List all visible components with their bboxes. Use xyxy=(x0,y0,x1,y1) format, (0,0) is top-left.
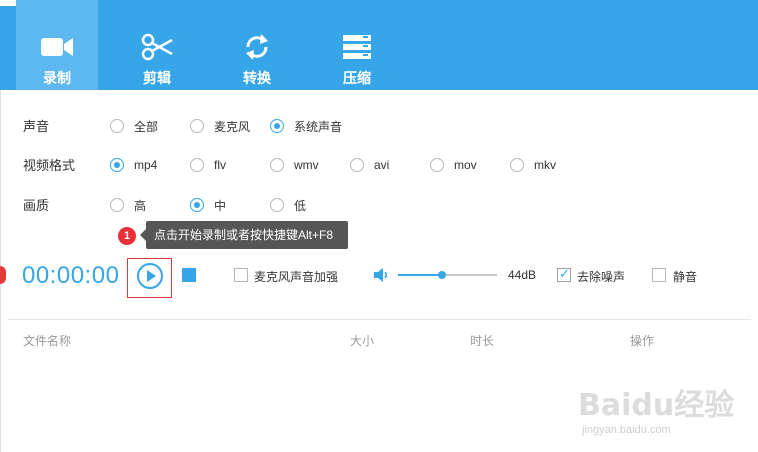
format-option-wmv[interactable]: wmv xyxy=(270,157,319,173)
format-option-mkv[interactable]: mkv xyxy=(510,157,556,173)
format-radio-flv[interactable] xyxy=(190,158,204,172)
top-toolbar: 录制 剪辑 转换 压缩 xyxy=(0,0,758,90)
convert-icon xyxy=(246,34,268,60)
compress-icon xyxy=(343,35,371,59)
tab-edit-label: 剪辑 xyxy=(143,70,171,86)
mute-label: 静音 xyxy=(673,270,698,284)
audio-option-all[interactable]: 全部 xyxy=(110,118,158,134)
format-option-flv[interactable]: flv xyxy=(190,157,226,173)
denoise-checkbox[interactable] xyxy=(557,266,571,282)
audio-option-label: 系统声音 xyxy=(294,119,343,134)
quality-radio-low[interactable] xyxy=(270,198,284,212)
tab-edit[interactable]: 剪辑 xyxy=(116,0,198,90)
record-timer: 00:00:00 xyxy=(22,262,120,289)
quality-option-high[interactable]: 高 xyxy=(110,197,146,213)
column-header-duration: 时长 xyxy=(470,334,495,348)
quality-label: 画质 xyxy=(23,198,50,213)
volume-value: 44dB xyxy=(508,268,537,282)
scissors-icon xyxy=(141,33,173,61)
start-record-button[interactable] xyxy=(137,263,163,289)
format-option-label: flv xyxy=(214,158,226,172)
audio-radio-mic[interactable] xyxy=(190,119,204,133)
window-corner xyxy=(0,0,16,6)
quality-option-low[interactable]: 低 xyxy=(270,197,306,213)
video-camera-icon xyxy=(41,38,73,56)
audio-option-label: 全部 xyxy=(134,119,159,134)
record-tooltip: 点击开始录制或者按快捷键Alt+F8 xyxy=(140,221,348,249)
quality-option-medium[interactable]: 中 xyxy=(190,197,226,213)
format-option-mov[interactable]: mov xyxy=(430,157,477,173)
column-header-actions: 操作 xyxy=(630,334,655,348)
quality-option-label: 低 xyxy=(294,198,307,213)
audio-radio-system[interactable] xyxy=(270,119,284,133)
audio-option-system[interactable]: 系统声音 xyxy=(270,118,342,134)
format-option-mp4[interactable]: mp4 xyxy=(110,157,157,173)
quality-option-label: 高 xyxy=(134,198,147,213)
column-header-filename: 文件名称 xyxy=(23,334,72,348)
audio-option-mic[interactable]: 麦克风 xyxy=(190,118,250,134)
tab-record[interactable]: 录制 xyxy=(16,0,98,90)
audio-label: 声音 xyxy=(23,119,50,134)
volume-icon[interactable] xyxy=(373,267,389,283)
format-option-label: mkv xyxy=(534,158,556,172)
volume-slider-fill xyxy=(398,274,442,276)
stop-record-button[interactable] xyxy=(182,268,196,282)
watermark-url: jingyan.baidu.com xyxy=(582,424,671,436)
watermark: Baidu经验 jingyan.baidu.com xyxy=(578,380,758,452)
quality-radio-high[interactable] xyxy=(110,198,124,212)
format-option-avi[interactable]: avi xyxy=(350,157,389,173)
mic-boost-checkbox[interactable] xyxy=(234,268,248,282)
mic-boost-label: 麦克风声音加强 xyxy=(254,270,339,284)
tab-convert[interactable]: 转换 xyxy=(216,0,298,90)
tab-compress-label: 压缩 xyxy=(343,70,371,86)
tab-convert-label: 转换 xyxy=(243,70,271,86)
format-radio-avi[interactable] xyxy=(350,158,364,172)
quality-option-label: 中 xyxy=(214,198,227,213)
column-header-size: 大小 xyxy=(350,334,375,348)
audio-option-label: 麦克风 xyxy=(214,119,251,134)
offscreen-marker xyxy=(0,266,6,284)
tooltip-text: 点击开始录制或者按快捷键Alt+F8 xyxy=(154,228,334,242)
table-divider xyxy=(8,319,751,320)
format-option-label: avi xyxy=(374,158,390,172)
quality-radio-medium[interactable] xyxy=(190,198,204,212)
format-label: 视频格式 xyxy=(23,158,76,173)
format-radio-mov[interactable] xyxy=(430,158,444,172)
format-option-label: wmv xyxy=(294,158,319,172)
mute-checkbox[interactable] xyxy=(652,268,666,282)
format-option-label: mov xyxy=(454,158,477,172)
format-option-label: mp4 xyxy=(134,158,158,172)
format-radio-mp4[interactable] xyxy=(110,158,124,172)
step-badge: 1 xyxy=(118,227,136,245)
audio-radio-all[interactable] xyxy=(110,119,124,133)
volume-slider[interactable] xyxy=(398,271,497,279)
denoise-label: 去除噪声 xyxy=(577,270,626,284)
volume-slider-thumb[interactable] xyxy=(437,271,446,279)
tab-record-label: 录制 xyxy=(43,70,71,86)
watermark-logo: Baidu经验 xyxy=(578,388,735,423)
format-radio-wmv[interactable] xyxy=(270,158,284,172)
format-radio-mkv[interactable] xyxy=(510,158,524,172)
tab-compress[interactable]: 压缩 xyxy=(316,0,398,90)
